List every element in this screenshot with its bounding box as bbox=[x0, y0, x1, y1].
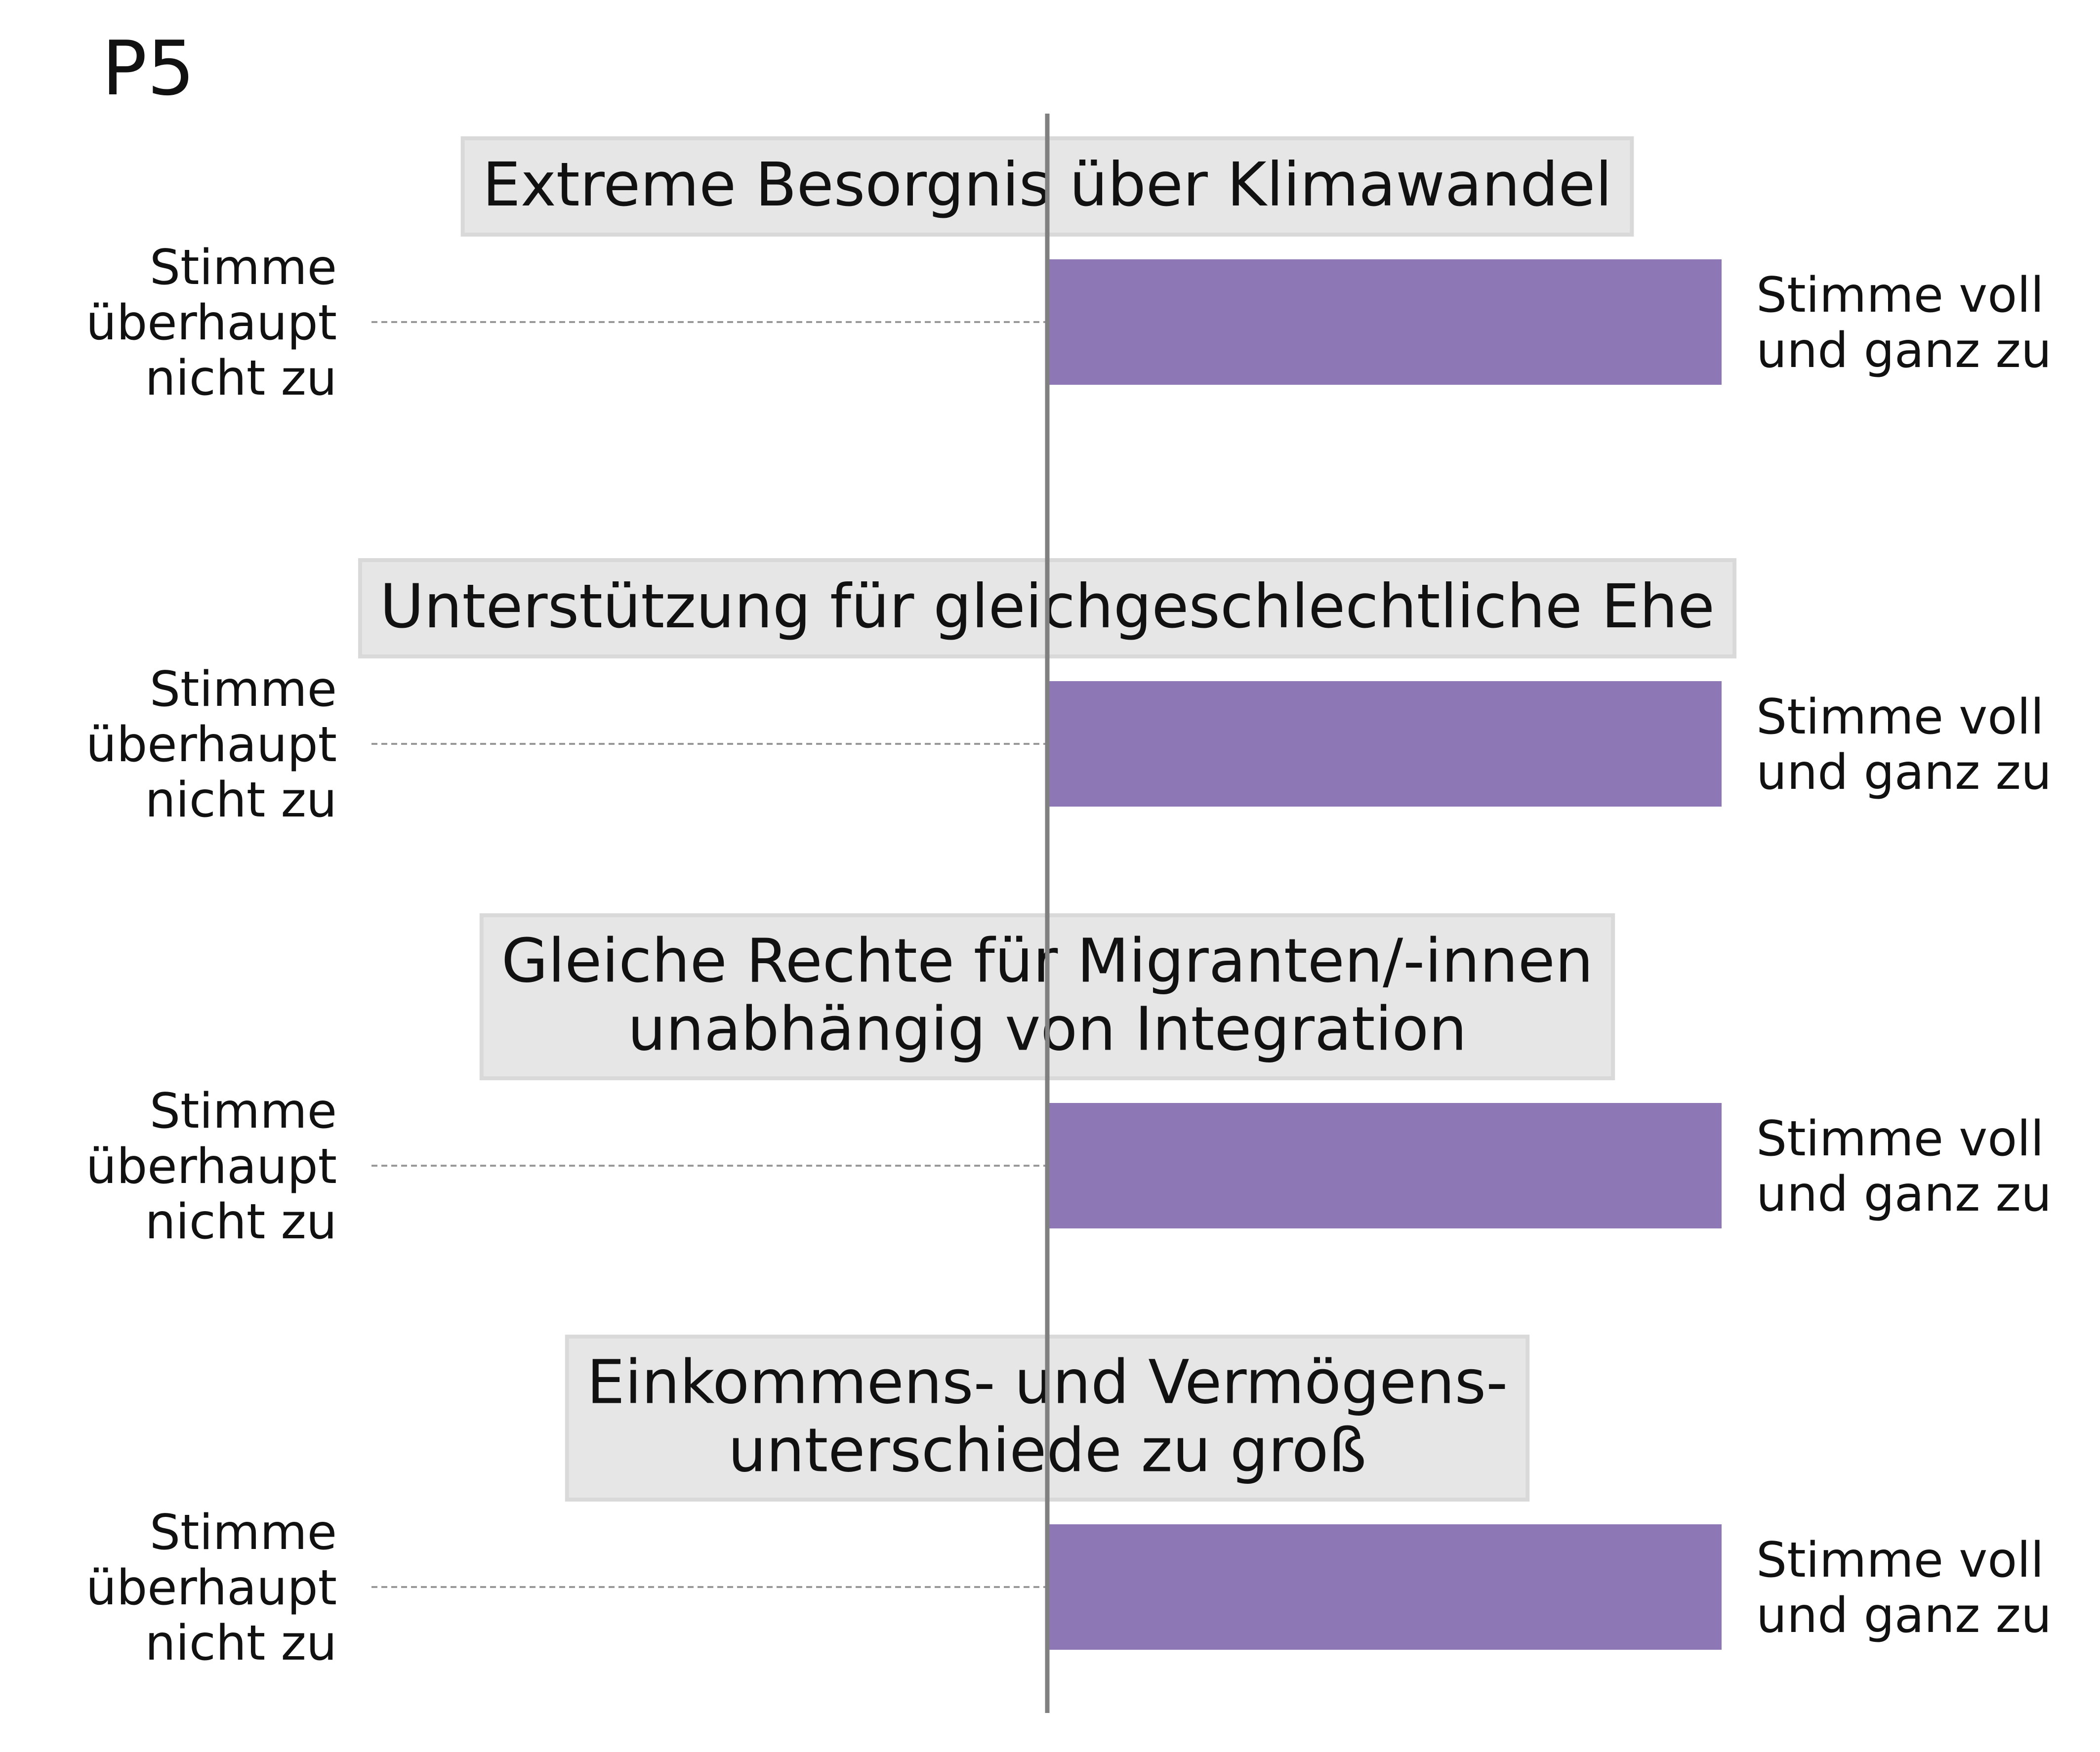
item-right-anchor-1: Stimme voll und ganz zu bbox=[1756, 267, 2052, 379]
item-right-anchor-line: Stimme voll bbox=[1756, 689, 2044, 745]
item-left-anchor-4: Stimme überhaupt nicht zu bbox=[86, 1505, 337, 1671]
item-right-anchor-line: und ganz zu bbox=[1756, 323, 2052, 379]
item-left-anchor-line: Stimme bbox=[150, 661, 337, 718]
item-left-anchor-line: überhaupt bbox=[86, 717, 337, 773]
item-group-3: Gleiche Rechte für Migranten/-innen unabh… bbox=[86, 913, 2052, 1250]
item-left-anchor-line: Stimme bbox=[150, 1505, 337, 1561]
item-left-anchor-1: Stimme überhaupt nicht zu bbox=[86, 240, 337, 407]
item-right-anchor-4: Stimme voll und ganz zu bbox=[1756, 1532, 2052, 1644]
item-left-anchor-line: überhaupt bbox=[86, 295, 337, 351]
item-right-anchor-line: Stimme voll bbox=[1756, 267, 2044, 324]
item-bar-3 bbox=[1047, 1103, 1722, 1228]
item-right-anchor-line: und ganz zu bbox=[1756, 1166, 2052, 1222]
item-right-anchor-line: Stimme voll bbox=[1756, 1532, 2044, 1589]
item-right-anchor-line: Stimme voll bbox=[1756, 1111, 2044, 1167]
item-right-anchor-2: Stimme voll und ganz zu bbox=[1756, 689, 2052, 801]
chart-container: P5 Extreme Besorgnis über Klimawandel Sti… bbox=[0, 0, 2100, 1750]
item-left-anchor-line: Stimme bbox=[150, 240, 337, 296]
item-left-anchor-3: Stimme überhaupt nicht zu bbox=[86, 1083, 337, 1250]
items-layer: Extreme Besorgnis über KlimawandelStimme… bbox=[86, 136, 2052, 1671]
item-right-anchor-line: und ganz zu bbox=[1756, 1588, 2052, 1644]
item-right-anchor-3: Stimme voll und ganz zu bbox=[1756, 1111, 2052, 1222]
item-bar-2 bbox=[1047, 681, 1722, 807]
item-bar-4 bbox=[1047, 1524, 1722, 1650]
item-left-anchor-line: nicht zu bbox=[145, 1615, 337, 1671]
item-bar-1 bbox=[1047, 259, 1722, 385]
item-left-anchor-line: nicht zu bbox=[145, 350, 337, 407]
item-left-anchor-line: nicht zu bbox=[145, 772, 337, 828]
item-left-anchor-line: nicht zu bbox=[145, 1194, 337, 1250]
item-left-anchor-line: überhaupt bbox=[86, 1560, 337, 1616]
item-right-anchor-line: und ganz zu bbox=[1756, 744, 2052, 801]
item-group-2: Unterstützung für gleichgeschlechtliche … bbox=[86, 558, 2052, 828]
item-left-anchor-line: Stimme bbox=[150, 1083, 337, 1140]
item-left-anchor-2: Stimme überhaupt nicht zu bbox=[86, 661, 337, 828]
item-group-1: Extreme Besorgnis über KlimawandelStimme… bbox=[86, 136, 2052, 407]
item-group-4: Einkommens- und Vermögens-unterschiede z… bbox=[86, 1335, 2052, 1671]
chart-svg: P5 Extreme Besorgnis über KlimawandelSti… bbox=[86, 25, 2052, 1713]
item-left-anchor-line: überhaupt bbox=[86, 1139, 337, 1195]
panel-label: P5 bbox=[102, 25, 195, 112]
